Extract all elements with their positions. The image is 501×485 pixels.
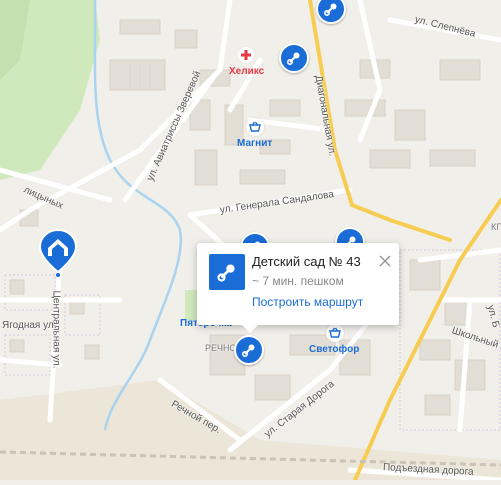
place-popup: Детский сад № 43 ~ 7 мин. пешком Построи… [197,243,399,333]
build-route-link[interactable]: Построить маршрут [252,295,363,309]
kindergarten-pin-selected[interactable] [234,335,264,365]
poi-label-helix[interactable]: Хеликс [229,66,264,77]
medical-cross-icon[interactable] [238,47,254,63]
pacifier-icon [286,52,300,66]
kindergarten-pin[interactable] [279,43,309,73]
poi-label-magnit[interactable]: Магнит [237,138,272,149]
popup-walk-time: ~ 7 мин. пешком [252,274,344,288]
map-canvas[interactable]: ул. Слепнёва ул. Авиатриссы Зверевой Диа… [0,0,501,483]
popup-kindergarten-icon [209,254,245,290]
popup-title: Детский сад № 43 [252,254,361,269]
pacifier-icon [217,264,235,282]
pacifier-icon [241,344,255,358]
shopping-basket-icon[interactable] [246,118,264,136]
pacifier-icon [323,3,337,17]
poi-label-svetofor[interactable]: Светофор [309,344,359,355]
close-icon[interactable] [377,253,393,269]
shopping-basket-icon[interactable] [326,324,344,342]
home-location-pin-icon[interactable] [38,228,78,278]
